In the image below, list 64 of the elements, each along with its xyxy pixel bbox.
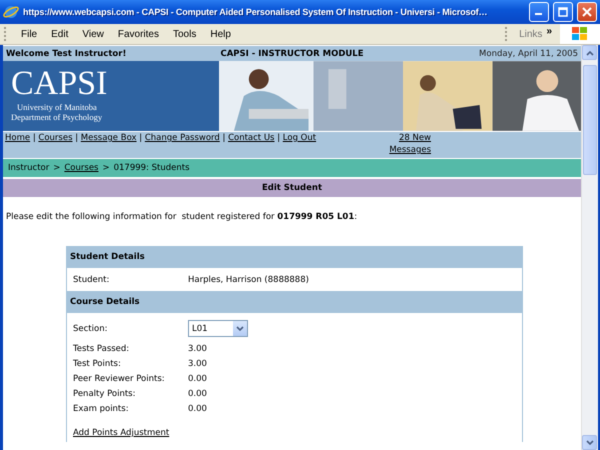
scroll-up-button[interactable] <box>582 45 597 60</box>
field-label: Peer Reviewer Points: <box>73 374 166 384</box>
menu-item[interactable]: Edit <box>44 28 76 40</box>
maximize-icon <box>558 7 568 17</box>
breadcrumb-link[interactable]: Courses <box>64 163 98 173</box>
scroll-down-button[interactable] <box>582 435 597 450</box>
close-button[interactable] <box>577 2 597 22</box>
breadcrumb-text: 017999: Students <box>114 163 190 173</box>
flag-logo-icon <box>571 26 589 42</box>
logo-subtitle: Department of Psychology <box>11 112 102 122</box>
field-value: 3.00 <box>188 358 207 368</box>
field-label: Section: <box>73 324 108 334</box>
link-separator: | <box>75 133 78 143</box>
link-separator: | <box>277 133 280 143</box>
logo-subtitle: University of Manitoba <box>16 102 97 112</box>
logo-text: CAPSI <box>11 66 108 102</box>
section-title-bar: Edit Student <box>3 179 581 197</box>
maximize-button[interactable] <box>553 2 573 22</box>
field-label: Tests Passed: <box>73 344 130 354</box>
nav-link[interactable]: Courses <box>38 133 72 143</box>
menu-item[interactable]: View <box>75 28 111 40</box>
menu-item[interactable]: File <box>14 28 44 40</box>
field-value: 0.00 <box>188 388 207 398</box>
field-value: 0.00 <box>188 374 207 384</box>
section-header: Course Details <box>67 292 522 313</box>
nav-link[interactable]: Message Box <box>80 133 137 143</box>
chevron-button[interactable]: » <box>546 26 552 36</box>
welcome-text: Welcome Test Instructor! <box>6 48 128 58</box>
section-header: Student Details <box>67 247 522 268</box>
intro-text: Please edit the following information for student registered for 017999 R05 L01: <box>6 212 358 222</box>
messages-link[interactable]: 28 New Messages <box>379 132 431 156</box>
field-label: Penalty Points: <box>73 388 136 398</box>
browser-icon <box>3 4 19 20</box>
menu-item[interactable]: Tools <box>166 28 204 40</box>
menu-item[interactable]: Favorites <box>110 28 166 40</box>
field-value: 0.00 <box>188 404 207 414</box>
section-select[interactable]: L01 <box>188 320 248 337</box>
breadcrumb-separator: > <box>53 163 60 173</box>
add-points-link[interactable]: Add Points Adjustment <box>73 428 170 438</box>
nav-link[interactable]: Change Password <box>144 133 220 143</box>
field-value: 3.00 <box>188 344 207 354</box>
field-label: Student: <box>73 274 110 284</box>
link-separator: | <box>222 133 226 143</box>
nav-link[interactable]: Home <box>5 133 30 143</box>
date-text: Monday, April 11, 2005 <box>479 48 578 58</box>
link-separator: | <box>139 133 142 143</box>
window-title: https://www.webcapsi.com - CAPSI - Computer Aided Personalised System Of Instruction - Universi - Microsof… <box>23 7 488 17</box>
scrollbar-thumb[interactable] <box>583 65 597 175</box>
breadcrumb-text: Instructor <box>8 163 50 173</box>
field-label: Exam points: <box>73 404 130 414</box>
nav-link[interactable]: Log Out <box>282 133 316 143</box>
minimize-button[interactable] <box>529 2 549 22</box>
links-label[interactable]: Links <box>519 28 542 40</box>
field-value: Harples, Harrison (8888888) <box>188 274 309 284</box>
caret-up-icon <box>586 50 594 56</box>
nav-link[interactable]: Contact Us <box>228 133 274 143</box>
breadcrumb-separator: > <box>102 163 110 173</box>
link-separator: | <box>32 133 36 143</box>
menu-item[interactable]: Help <box>203 28 238 40</box>
caret-down-icon <box>586 440 594 446</box>
module-title: CAPSI - INSTRUCTOR MODULE <box>220 48 364 58</box>
close-icon <box>582 7 592 17</box>
caret-icon <box>236 326 244 332</box>
field-label: Test Points: <box>73 358 122 368</box>
